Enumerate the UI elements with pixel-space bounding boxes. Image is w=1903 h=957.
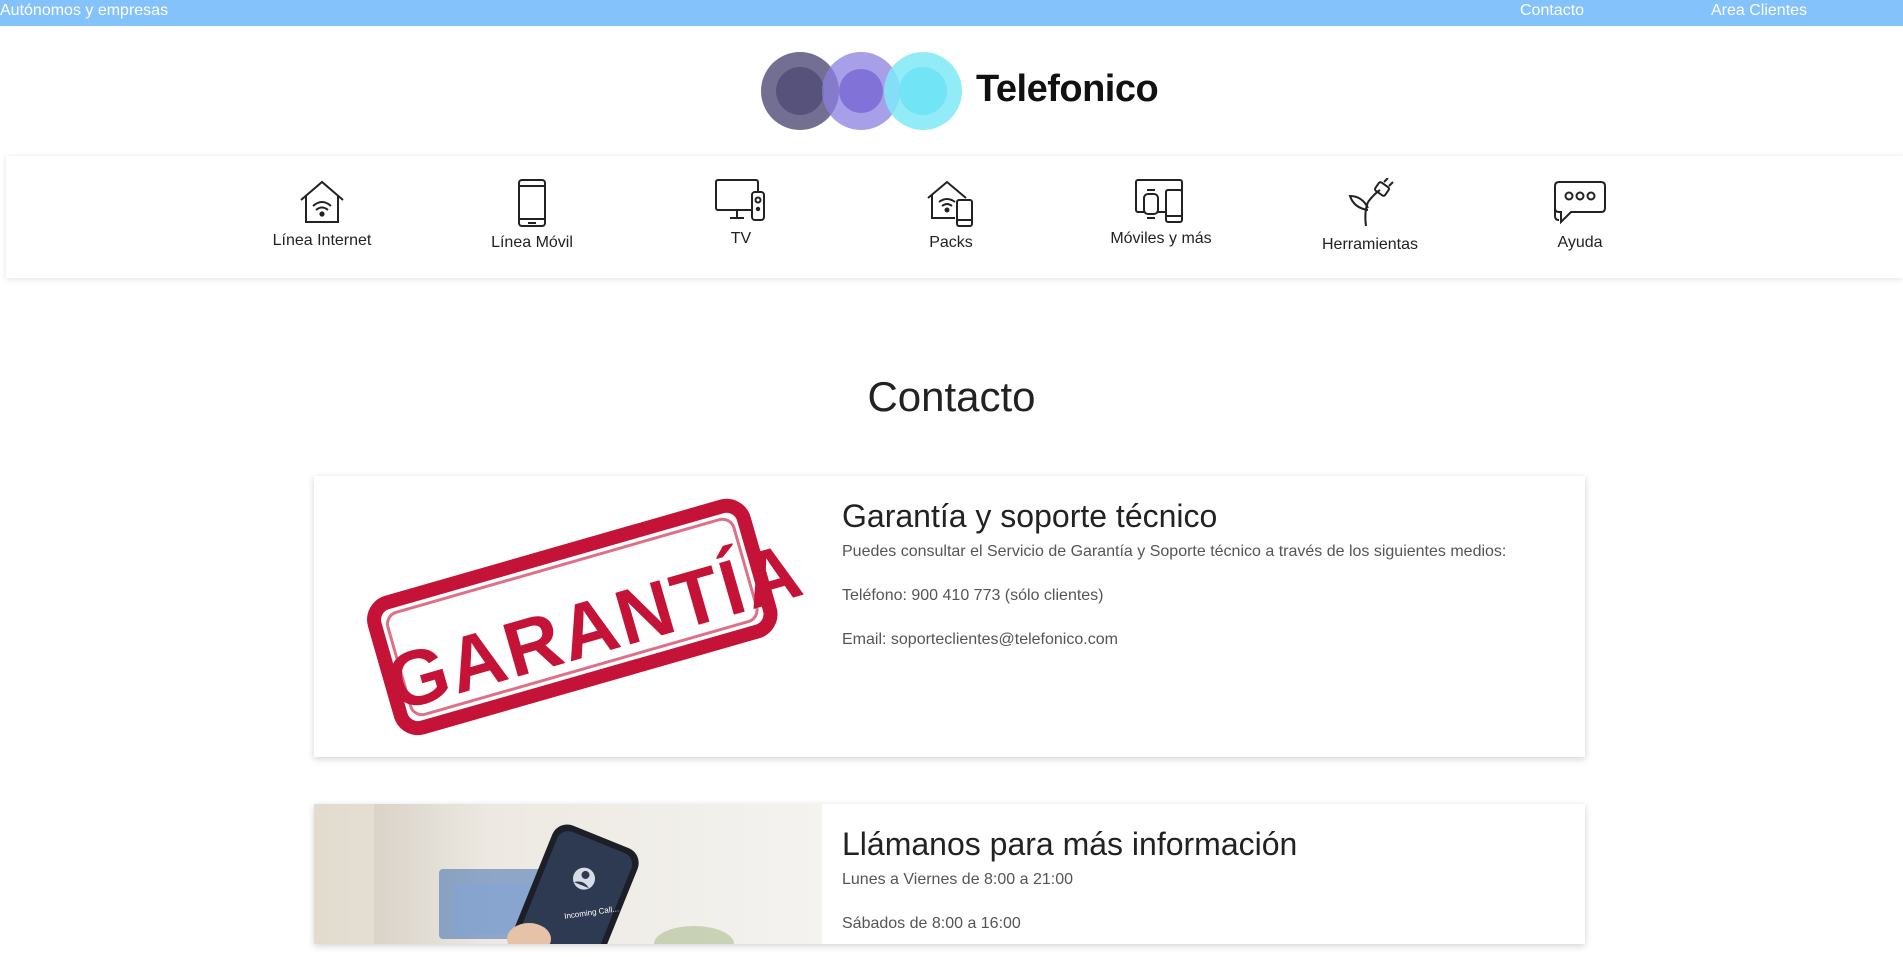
card-hours-weekdays: Lunes a Viernes de 8:00 a 21:00 [842,871,1073,888]
contact-link[interactable]: Contacto [1520,2,1584,20]
warranty-card: GARANTÍA Garantía y soporte técnico Pued… [314,476,1585,757]
brand-name: Telefonico [976,68,1159,110]
card-phone: Teléfono: 900 410 773 (sólo clientes) [842,587,1104,604]
nav-label: Herramientas [1321,236,1419,253]
nav-label: Línea Móvil [491,234,573,251]
devices-icon [1135,179,1183,223]
nav-label: Packs [929,234,973,251]
autonomos-empresas-link[interactable]: Autónomos y empresas [0,2,168,20]
chat-bubble-icon [1554,181,1606,225]
nav-item-packs[interactable]: Packs [871,178,1031,252]
main-nav: Línea Internet Línea Móvil TV Packs Móvi… [6,156,1903,278]
nav-item-moviles-y-mas[interactable]: Móviles y más [1081,178,1241,248]
smartphone-icon [518,179,546,227]
card-title: Garantía y soporte técnico [842,498,1218,534]
call-info-card: Incoming Call... Llámanos para más infor… [314,804,1585,944]
tv-icon [715,179,765,221]
stamp-frame: GARANTÍA [362,494,812,739]
nav-label: Móviles y más [1110,230,1212,247]
phone-call-image: Incoming Call... [314,804,822,944]
nav-item-herramientas[interactable]: Herramientas [1290,178,1450,254]
page-title: Contacto [867,373,1036,420]
nav-label: TV [730,230,752,247]
circles-logo-icon [761,52,962,130]
nav-item-linea-internet[interactable]: Línea Internet [242,178,402,250]
phone-photo-icon [314,804,822,944]
plant-plug-icon [1348,178,1394,227]
nav-label: Ayuda [1557,234,1603,251]
nav-label: Línea Internet [272,232,372,249]
house-wifi-icon [300,180,344,223]
nav-item-linea-movil[interactable]: Línea Móvil [452,178,612,252]
top-bar: Autónomos y empresas Contacto Area Clien… [0,0,1903,26]
nav-item-ayuda[interactable]: Ayuda [1500,178,1660,252]
area-clientes-link[interactable]: Area Clientes [1711,2,1807,20]
house-phone-icon [927,180,973,227]
card-body: Garantía y soporte técnico Puedes consul… [842,498,1565,673]
card-hours-saturday: Sábados de 8:00 a 16:00 [842,915,1021,932]
card-text: Puedes consultar el Servicio de Garantía… [842,543,1507,560]
card-body: Llámanos para más información Lunes a Vi… [842,826,1565,957]
card-title: Llámanos para más información [842,826,1298,862]
card-email: Email: soporteclientes@telefonico.com [842,631,1118,648]
nav-item-tv[interactable]: TV [661,178,821,248]
warranty-stamp-image: GARANTÍA [314,476,822,757]
brand-logo[interactable]: Telefonico [760,51,1159,131]
